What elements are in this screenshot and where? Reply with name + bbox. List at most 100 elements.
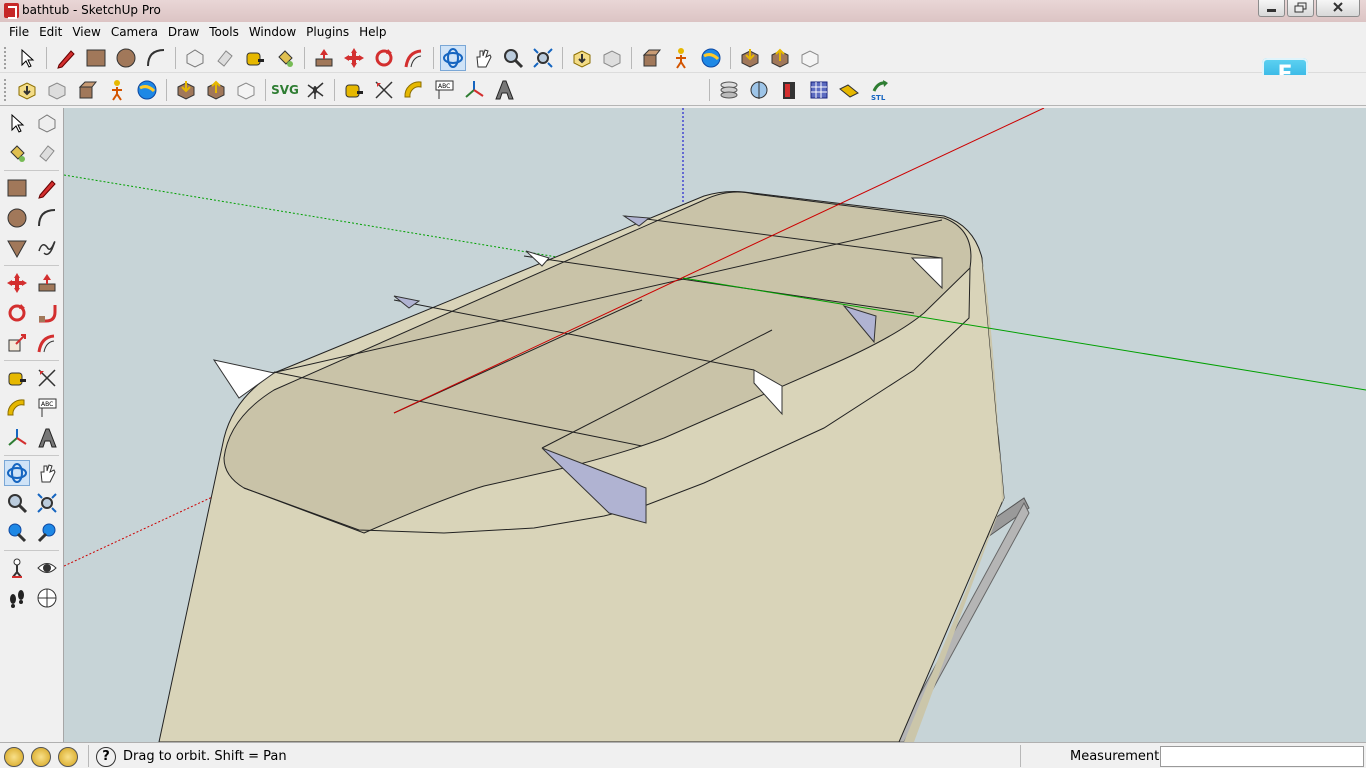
restore-button[interactable] — [1287, 0, 1314, 17]
zoom-tool-button[interactable] — [500, 45, 526, 71]
move-tool-button[interactable] — [341, 45, 367, 71]
zoom-window-button-left[interactable] — [34, 490, 60, 516]
orbit-tool-button-left[interactable] — [4, 460, 30, 486]
menu-edit[interactable]: Edit — [34, 22, 67, 42]
section-plane-button[interactable] — [746, 77, 772, 103]
mosquito-plugin-button[interactable] — [302, 77, 328, 103]
pencil-tool-button[interactable] — [53, 45, 79, 71]
menu-tools[interactable]: Tools — [204, 22, 244, 42]
walk-footprints-button-left[interactable] — [4, 585, 30, 611]
push-pull-button[interactable] — [311, 45, 337, 71]
push-pull-button-left[interactable] — [34, 270, 60, 296]
select-tool-button-left[interactable] — [4, 110, 30, 136]
menu-view[interactable]: View — [67, 22, 105, 42]
orbit-tool-button[interactable] — [440, 44, 466, 71]
toolbar-grip[interactable] — [4, 79, 10, 101]
share-component-button[interactable] — [638, 45, 664, 71]
axes-tool-button[interactable] — [461, 77, 487, 103]
import-button-2[interactable] — [173, 77, 199, 103]
3d-text-tool-button-left[interactable] — [34, 425, 60, 451]
door-plugin-button[interactable] — [776, 77, 802, 103]
make-component-button-left[interactable] — [34, 110, 60, 136]
tape-measure-button[interactable] — [242, 45, 268, 71]
help-icon[interactable]: ? — [96, 747, 116, 767]
menu-help[interactable]: Help — [354, 22, 391, 42]
polygon-tool-button-left[interactable] — [4, 235, 30, 261]
arc-tool-button[interactable] — [143, 45, 169, 71]
scale-tool-button-left[interactable] — [4, 330, 30, 356]
pan-tool-button[interactable] — [470, 45, 496, 71]
rotate-tool-button[interactable] — [371, 45, 397, 71]
measurements-input[interactable] — [1160, 746, 1364, 767]
svg-text:STL: STL — [871, 94, 886, 101]
pan-tool-button-left[interactable] — [34, 460, 60, 486]
fold-plugin-button[interactable] — [836, 77, 862, 103]
protractor-tool-button-left[interactable] — [4, 395, 30, 421]
make-component-button[interactable] — [182, 45, 208, 71]
credits-icon[interactable] — [31, 747, 51, 767]
rotate-tool-button-left[interactable] — [4, 300, 30, 326]
offset-tool-button-left[interactable] — [34, 330, 60, 356]
zoom-tool-button-left[interactable] — [4, 490, 30, 516]
eraser-tool-button[interactable] — [212, 45, 238, 71]
tape-measure-button-2[interactable] — [341, 77, 367, 103]
close-button[interactable] — [1316, 0, 1360, 17]
protractor-tool-button[interactable] — [401, 77, 427, 103]
text-tool-button[interactable]: ABC — [431, 77, 457, 103]
walk-tool-button-2[interactable] — [104, 77, 130, 103]
position-camera-button-left[interactable] — [4, 555, 30, 581]
svg-export-button[interactable]: SVG — [270, 83, 300, 97]
axes-tool-button-left[interactable] — [4, 425, 30, 451]
freehand-tool-button-left[interactable] — [34, 235, 60, 261]
google-earth-button-2[interactable] — [134, 77, 160, 103]
model-viewport[interactable] — [64, 108, 1366, 742]
minimize-button[interactable] — [1258, 0, 1285, 17]
eraser-tool-button-left[interactable] — [34, 140, 60, 166]
share-model-button-2[interactable] — [44, 77, 70, 103]
previous-view-button-left[interactable] — [4, 520, 30, 546]
copyright-icon[interactable] — [58, 747, 78, 767]
paint-bucket-button-left[interactable] — [4, 140, 30, 166]
export-button[interactable] — [767, 45, 793, 71]
share-component-button-2[interactable] — [74, 77, 100, 103]
dimension-tool-button[interactable] — [371, 77, 397, 103]
move-tool-button-left[interactable] — [4, 270, 30, 296]
tape-measure-button-left[interactable] — [4, 365, 30, 391]
zoom-extents-button[interactable] — [530, 45, 556, 71]
menu-file[interactable]: File — [4, 22, 34, 42]
pencil-tool-button-left[interactable] — [34, 175, 60, 201]
toolbar-grip[interactable] — [4, 46, 10, 69]
text-tool-button-left[interactable]: ABC — [34, 395, 60, 421]
menu-plugins[interactable]: Plugins — [301, 22, 354, 42]
rectangle-tool-button[interactable] — [83, 45, 109, 71]
paint-bucket-button[interactable] — [272, 45, 298, 71]
menu-camera[interactable]: Camera — [106, 22, 163, 42]
geo-location-icon[interactable] — [4, 747, 24, 767]
3d-text-tool-button[interactable] — [491, 77, 517, 103]
get-models-button-2[interactable] — [14, 77, 40, 103]
get-models-button[interactable] — [569, 45, 595, 71]
select-tool-button[interactable] — [14, 45, 40, 71]
rectangle-tool-button-left[interactable] — [4, 175, 30, 201]
import-button[interactable] — [737, 45, 763, 71]
circle-tool-button[interactable] — [113, 45, 139, 71]
share-model-button[interactable] — [599, 45, 625, 71]
export-button-2[interactable] — [203, 77, 229, 103]
look-around-button-left[interactable] — [34, 555, 60, 581]
stl-export-button[interactable]: STL — [866, 77, 892, 103]
arc-tool-button-left[interactable] — [34, 205, 60, 231]
follow-me-button-left[interactable] — [34, 300, 60, 326]
sandbox-plugin-button-1[interactable] — [716, 77, 742, 103]
grid-plugin-button[interactable] — [806, 77, 832, 103]
menu-draw[interactable]: Draw — [163, 22, 204, 42]
google-earth-button[interactable] — [698, 45, 724, 71]
next-view-button-left[interactable] — [34, 520, 60, 546]
menu-window[interactable]: Window — [244, 22, 301, 42]
follow-me-button[interactable] — [401, 45, 427, 71]
iso-view-button[interactable] — [797, 45, 823, 71]
section-plane-button-left[interactable] — [34, 585, 60, 611]
dimension-tool-button-left[interactable] — [34, 365, 60, 391]
walk-tool-button[interactable] — [668, 45, 694, 71]
circle-tool-button-left[interactable] — [4, 205, 30, 231]
iso-view-button-2[interactable] — [233, 77, 259, 103]
